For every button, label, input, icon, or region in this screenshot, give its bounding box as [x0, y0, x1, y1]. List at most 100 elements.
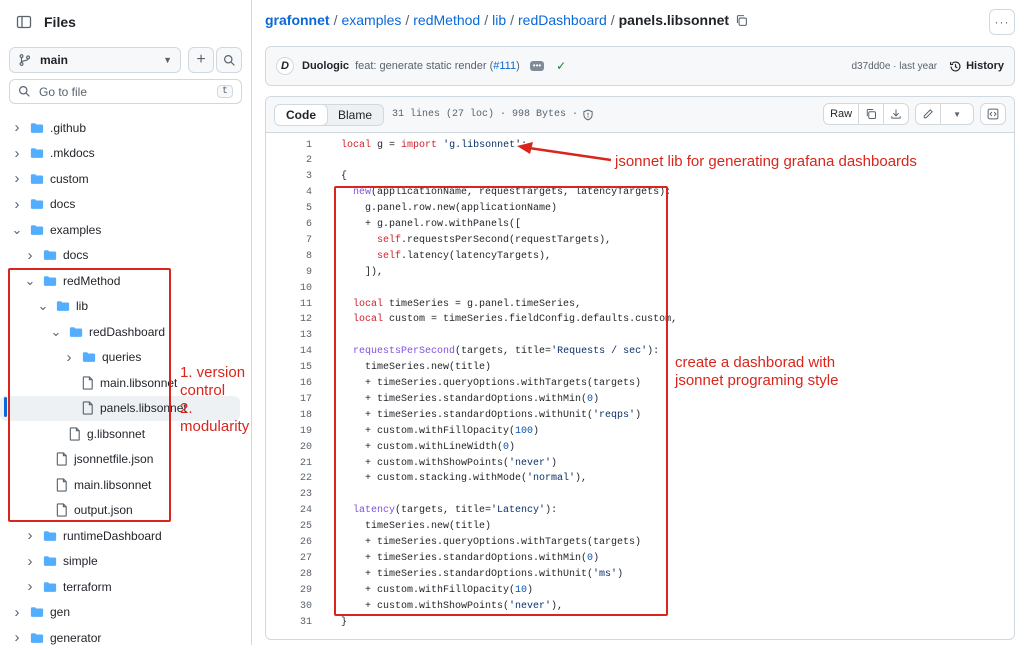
chevron-right-icon[interactable]: › — [10, 145, 24, 162]
tree-folder[interactable]: › docs — [0, 192, 240, 217]
chevron-down-icon[interactable]: ⌄ — [10, 223, 24, 236]
symbols-panel-button[interactable] — [981, 104, 1005, 124]
line-number[interactable]: 31 — [266, 617, 312, 628]
repo-link[interactable]: grafonnet — [265, 12, 330, 28]
tree-folder[interactable]: › simple — [0, 549, 240, 574]
tree-folder[interactable]: › custom — [0, 166, 240, 191]
chevron-right-icon[interactable]: › — [10, 119, 24, 136]
chevron-down-icon[interactable]: ⌄ — [49, 325, 63, 338]
line-number[interactable]: 2 — [266, 155, 312, 166]
tree-folder[interactable]: ⌄ redMethod — [0, 268, 240, 293]
chevron-right-icon[interactable]: › — [23, 553, 37, 570]
copy-path-icon[interactable] — [735, 14, 748, 27]
go-to-file-input[interactable]: Go to file t — [9, 79, 242, 104]
pr-link[interactable]: #111 — [493, 60, 516, 72]
line-number[interactable]: 13 — [266, 330, 312, 341]
line-number[interactable]: 9 — [266, 267, 312, 278]
shield-icon[interactable] — [582, 109, 594, 121]
tree-item-label: docs — [63, 248, 89, 262]
copy-raw-button[interactable] — [858, 104, 883, 124]
line-number[interactable]: 1 — [266, 140, 312, 151]
selected-indicator — [4, 397, 7, 417]
line-number[interactable]: 19 — [266, 426, 312, 437]
line-number[interactable]: 11 — [266, 299, 312, 310]
line-number[interactable]: 27 — [266, 553, 312, 564]
edit-dropdown-button[interactable]: ▼ — [940, 104, 973, 124]
line-number[interactable]: 29 — [266, 585, 312, 596]
line-number[interactable]: 17 — [266, 394, 312, 405]
tab-code[interactable]: Code — [275, 104, 328, 125]
raw-button[interactable]: Raw — [824, 104, 858, 124]
line-content: { — [341, 171, 348, 183]
line-number[interactable]: 24 — [266, 505, 312, 516]
commit-sha-time[interactable]: d37dd0e · last year — [851, 61, 937, 72]
tree-file[interactable]: jsonnetfile.json — [0, 447, 240, 472]
commit-author[interactable]: Duologic — [302, 60, 349, 72]
add-file-button[interactable]: + — [188, 47, 214, 73]
download-button[interactable] — [883, 104, 908, 124]
chevron-down-icon[interactable]: ⌄ — [23, 274, 37, 287]
chevron-right-icon[interactable]: › — [10, 629, 24, 646]
code-line: 31} — [266, 614, 1014, 630]
line-number[interactable]: 28 — [266, 569, 312, 580]
line-number[interactable]: 3 — [266, 171, 312, 182]
breadcrumb-link[interactable]: redDashboard — [518, 12, 607, 28]
tree-folder[interactable]: › runtimeDashboard — [0, 523, 240, 548]
code-line: 18 + timeSeries.standardOptions.withUnit… — [266, 407, 1014, 423]
line-number[interactable]: 22 — [266, 473, 312, 484]
commit-message[interactable]: feat: generate static render (#111) — [355, 60, 520, 72]
breadcrumb-link[interactable]: examples — [341, 12, 401, 28]
tree-folder[interactable]: › generator — [0, 625, 240, 650]
line-number[interactable]: 21 — [266, 458, 312, 469]
file-actions: Raw ▼ — [823, 103, 1006, 125]
line-number[interactable]: 30 — [266, 601, 312, 612]
branch-selector[interactable]: main ▼ — [9, 47, 181, 73]
line-number[interactable]: 15 — [266, 362, 312, 373]
avatar[interactable]: D — [276, 57, 294, 75]
line-content: + custom.withLineWidth(0) — [341, 441, 516, 453]
line-number[interactable]: 16 — [266, 378, 312, 389]
line-number[interactable]: 5 — [266, 203, 312, 214]
line-number[interactable]: 4 — [266, 187, 312, 198]
line-number[interactable]: 12 — [266, 314, 312, 325]
line-number[interactable]: 20 — [266, 442, 312, 453]
tree-folder[interactable]: › terraform — [0, 574, 240, 599]
tab-blame[interactable]: Blame — [327, 105, 383, 125]
line-number[interactable]: 7 — [266, 235, 312, 246]
chevron-right-icon[interactable]: › — [62, 349, 76, 366]
tree-folder[interactable]: › .github — [0, 115, 240, 140]
tree-folder[interactable]: › gen — [0, 600, 240, 625]
tree-folder[interactable]: ⌄ lib — [0, 294, 240, 319]
chevron-right-icon[interactable]: › — [10, 604, 24, 621]
more-options-button[interactable]: ··· — [989, 9, 1015, 35]
check-icon[interactable]: ✓ — [556, 59, 566, 73]
line-number[interactable]: 6 — [266, 219, 312, 230]
tree-folder[interactable]: › docs — [0, 243, 240, 268]
line-content: local custom = timeSeries.fieldConfig.de… — [353, 314, 678, 326]
line-number[interactable]: 25 — [266, 521, 312, 532]
line-number[interactable]: 10 — [266, 283, 312, 294]
line-number[interactable]: 18 — [266, 410, 312, 421]
chevron-right-icon[interactable]: › — [23, 527, 37, 544]
line-number[interactable]: 8 — [266, 251, 312, 262]
tree-file[interactable]: main.libsonnet — [0, 472, 240, 497]
chevron-right-icon[interactable]: › — [23, 578, 37, 595]
tree-folder[interactable]: › .mkdocs — [0, 141, 240, 166]
line-number[interactable]: 14 — [266, 346, 312, 357]
line-number[interactable]: 23 — [266, 489, 312, 500]
history-button[interactable]: History — [949, 60, 1004, 73]
chevron-right-icon[interactable]: › — [23, 247, 37, 264]
chevron-right-icon[interactable]: › — [10, 170, 24, 187]
search-files-button[interactable] — [216, 47, 242, 73]
tree-folder[interactable]: ⌄ examples — [0, 217, 240, 242]
chevron-down-icon[interactable]: ⌄ — [36, 299, 50, 312]
breadcrumb-link[interactable]: redMethod — [413, 12, 480, 28]
tree-file[interactable]: output.json — [0, 498, 240, 523]
breadcrumb-link[interactable]: lib — [492, 12, 506, 28]
expand-commit-button[interactable]: ••• — [529, 61, 545, 71]
line-number[interactable]: 26 — [266, 537, 312, 548]
collapse-sidebar-button[interactable] — [12, 10, 36, 34]
tree-folder[interactable]: ⌄ redDashboard — [0, 319, 240, 344]
edit-button[interactable] — [916, 104, 940, 124]
chevron-right-icon[interactable]: › — [10, 196, 24, 213]
